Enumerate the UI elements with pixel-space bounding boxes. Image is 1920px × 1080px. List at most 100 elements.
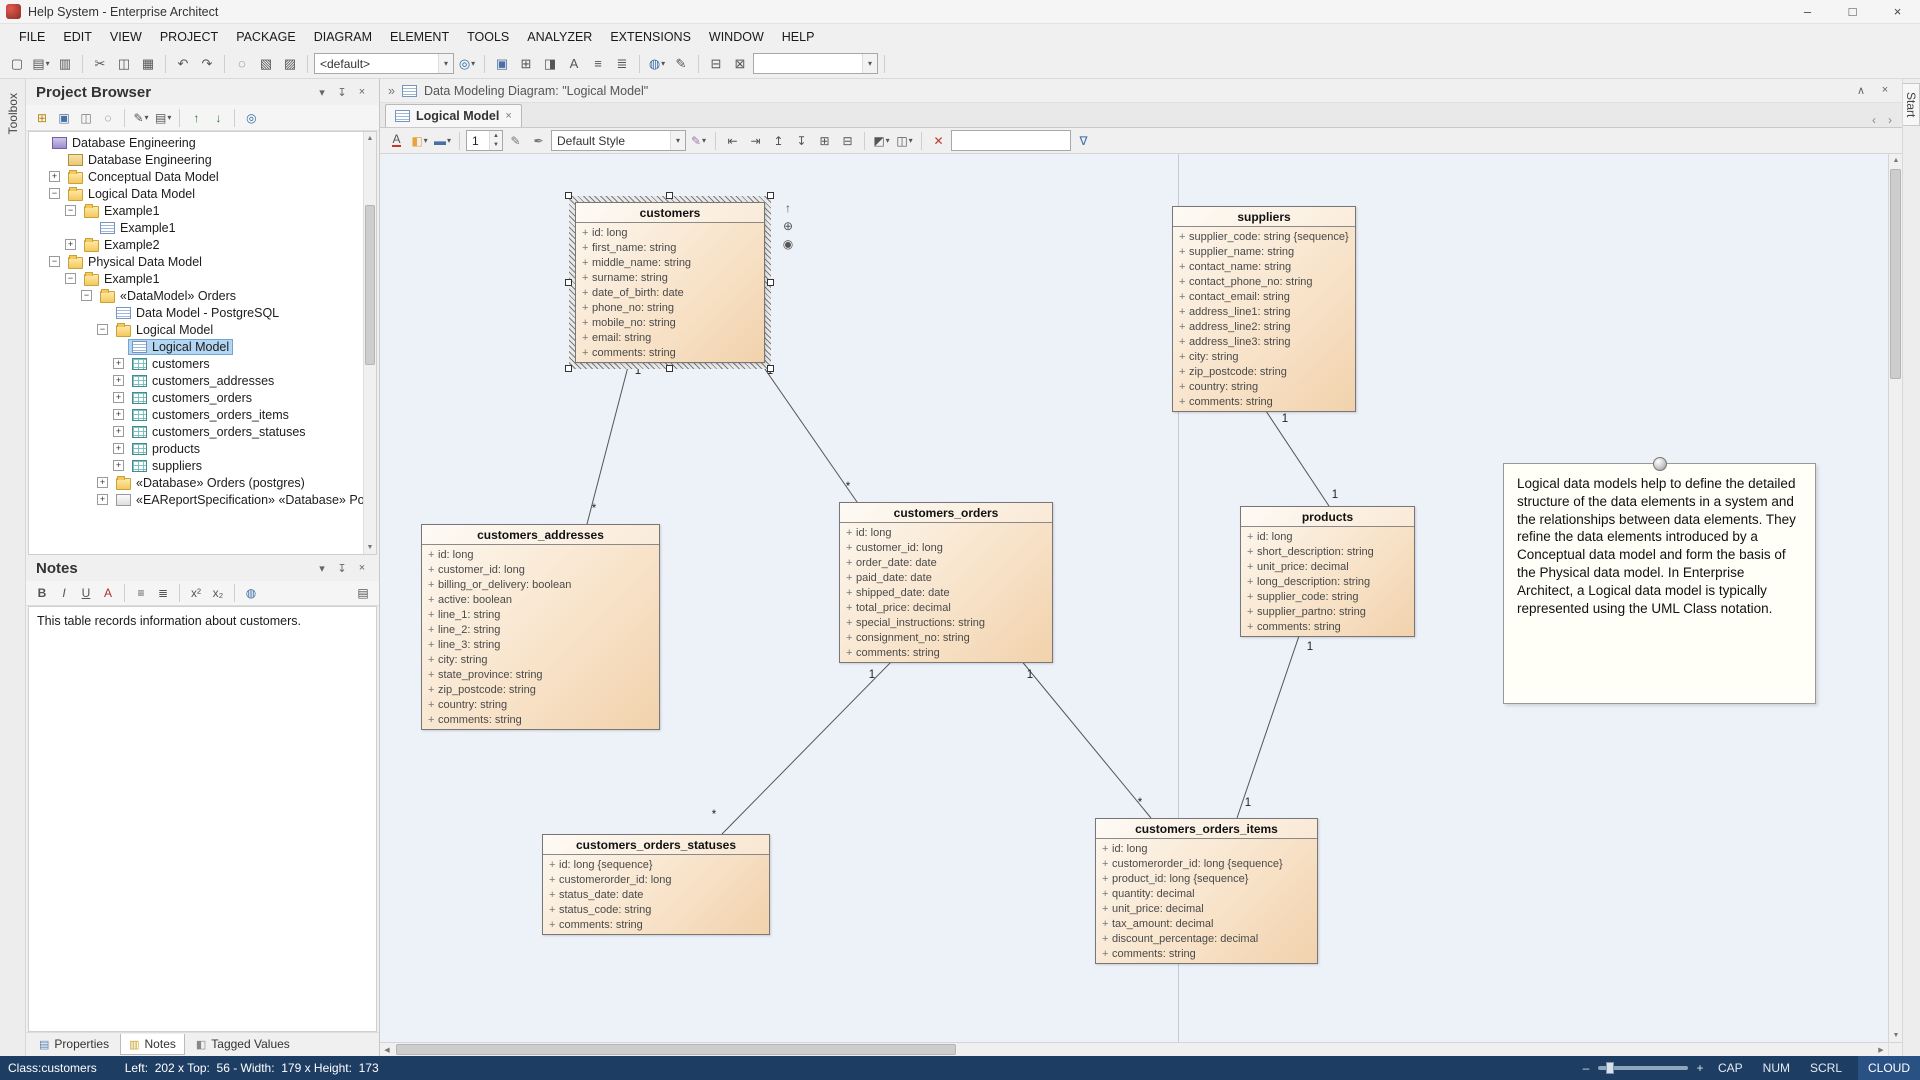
window-tile-button[interactable]: ⊟	[705, 53, 727, 75]
entity-attribute[interactable]: +line_2: string	[422, 622, 659, 637]
edit-menu-button[interactable]: ✎▾	[131, 108, 151, 128]
tree-item-logical-data-model[interactable]: −Logical Data Model	[29, 185, 363, 202]
line-color-button[interactable]: ▬▾	[432, 130, 453, 151]
browser-options-button[interactable]: ▤▾	[153, 108, 173, 128]
tab-notes[interactable]: ▥Notes	[120, 1034, 185, 1055]
entity-attribute[interactable]: +status_date: date	[543, 887, 769, 902]
toolbox-tab[interactable]: Toolbox	[4, 85, 22, 142]
numbered-list-button[interactable]: ≣	[611, 53, 633, 75]
entity-attribute[interactable]: +state_province: string	[422, 667, 659, 682]
diagram-canvas[interactable]: 1*1*11111*1*customers+id: long+first_nam…	[380, 154, 1888, 1042]
entity-attribute[interactable]: +address_line1: string	[1173, 304, 1355, 319]
entity-attribute[interactable]: +id: long	[576, 225, 764, 240]
entity-attribute[interactable]: +zip_postcode: string	[1173, 364, 1355, 379]
entity-attribute[interactable]: +special_instructions: string	[840, 615, 1052, 630]
expand-icon[interactable]: +	[113, 426, 124, 437]
entity-attribute[interactable]: +mobile_no: string	[576, 315, 764, 330]
expand-icon[interactable]: +	[113, 460, 124, 471]
undo-button[interactable]: ↶	[172, 53, 194, 75]
entity-attribute[interactable]: +line_1: string	[422, 607, 659, 622]
move-up-button[interactable]: ↑	[186, 108, 206, 128]
entity-attribute[interactable]: +contact_name: string	[1173, 259, 1355, 274]
move-down-button[interactable]: ↓	[208, 108, 228, 128]
menu-element[interactable]: ELEMENT	[381, 27, 458, 47]
association-connector[interactable]	[1020, 659, 1151, 818]
entity-attribute[interactable]: +id: long	[422, 547, 659, 562]
subscript-button[interactable]: x₂	[208, 583, 228, 603]
entity-attribute[interactable]: +comments: string	[576, 345, 764, 360]
resize-handle[interactable]	[767, 279, 774, 286]
entity-suppliers[interactable]: suppliers+supplier_code: string {sequenc…	[1172, 206, 1356, 412]
cloud-status-button[interactable]: CLOUD	[1858, 1056, 1920, 1080]
entity-attribute[interactable]: +comments: string	[1096, 946, 1317, 961]
entity-attribute[interactable]: +city: string	[1173, 349, 1355, 364]
scroll-down-icon[interactable]: ▼	[364, 541, 376, 554]
quick-search-combo[interactable]: ▾	[753, 53, 878, 74]
tree-item-conceptual-data-model[interactable]: +Conceptual Data Model	[29, 168, 363, 185]
entity-attribute[interactable]: +id: long	[1241, 529, 1414, 544]
new-project-button[interactable]: ▢	[6, 53, 28, 75]
tab-close-icon[interactable]: ×	[505, 110, 511, 122]
expand-icon[interactable]: +	[49, 171, 60, 182]
scroll-down-icon[interactable]: ▼	[1889, 1029, 1903, 1042]
entity-attribute[interactable]: +surname: string	[576, 270, 764, 285]
entity-attribute[interactable]: +billing_or_delivery: boolean	[422, 577, 659, 592]
copy-button[interactable]: ◫	[113, 53, 135, 75]
menu-edit[interactable]: EDIT	[54, 27, 100, 47]
tree-item-database-engineering[interactable]: Database Engineering	[29, 151, 363, 168]
align-top-button[interactable]: ↥	[768, 130, 789, 151]
association-connector[interactable]	[722, 659, 894, 834]
find-in-browser-button[interactable]: ◌	[98, 108, 118, 128]
entity-attribute[interactable]: +order_date: date	[840, 555, 1052, 570]
entity-attribute[interactable]: +unit_price: decimal	[1096, 901, 1317, 916]
resize-handle[interactable]	[565, 279, 572, 286]
maximize-button[interactable]: □	[1830, 0, 1875, 23]
resize-handle[interactable]	[666, 192, 673, 199]
collapse-frame-icon[interactable]: ∧	[1852, 84, 1870, 97]
zoom-slider-thumb[interactable]	[1606, 1062, 1614, 1074]
menu-extensions[interactable]: EXTENSIONS	[601, 27, 700, 47]
entity-attribute[interactable]: +supplier_code: string {sequence}	[1173, 229, 1355, 244]
tab-logical-model[interactable]: Logical Model ×	[385, 104, 522, 127]
entity-attribute[interactable]: +id: long {sequence}	[543, 857, 769, 872]
menu-project[interactable]: PROJECT	[151, 27, 227, 47]
tree-item-customers[interactable]: +customers	[29, 355, 363, 372]
resize-handle[interactable]	[767, 365, 774, 372]
default-perspective-combo[interactable]: <default>▾	[314, 53, 454, 74]
entity-attribute[interactable]: +total_price: decimal	[840, 600, 1052, 615]
menu-analyzer[interactable]: ANALYZER	[518, 27, 601, 47]
h-scroll-thumb[interactable]	[396, 1044, 956, 1055]
delete-from-diagram-button[interactable]: ✕	[928, 130, 949, 151]
entity-attribute[interactable]: +supplier_partno: string	[1241, 604, 1414, 619]
tree-item-customers-orders-statuses[interactable]: +customers_orders_statuses	[29, 423, 363, 440]
paste-button[interactable]: ▦	[137, 53, 159, 75]
tree-item-database-engineering[interactable]: Database Engineering	[29, 134, 363, 151]
entity-products[interactable]: products+id: long+short_description: str…	[1240, 506, 1415, 637]
menu-view[interactable]: VIEW	[101, 27, 151, 47]
help-button[interactable]: ◎▾	[456, 53, 478, 75]
entity-attribute[interactable]: +line_3: string	[422, 637, 659, 652]
save-button[interactable]: ▥	[54, 53, 76, 75]
start-tab[interactable]: Start	[1903, 83, 1920, 126]
entity-attribute[interactable]: +discount_percentage: decimal	[1096, 931, 1317, 946]
pan-icon[interactable]: ⊕	[780, 218, 796, 234]
tree-item-data-model-postgresql[interactable]: Data Model - PostgreSQL	[29, 304, 363, 321]
entity-attribute[interactable]: +date_of_birth: date	[576, 285, 764, 300]
entity-attribute[interactable]: +city: string	[422, 652, 659, 667]
tree-item-example2[interactable]: +Example2	[29, 236, 363, 253]
entity-attribute[interactable]: +address_line2: string	[1173, 319, 1355, 334]
redo-button[interactable]: ↷	[196, 53, 218, 75]
tab-properties[interactable]: ▤Properties	[30, 1034, 118, 1055]
v-scroll-thumb[interactable]	[1890, 169, 1901, 379]
spinner-down-icon[interactable]: ▼	[490, 141, 502, 151]
underline-button[interactable]: U	[76, 583, 96, 603]
entity-attribute[interactable]: +tax_amount: decimal	[1096, 916, 1317, 931]
entity-attribute[interactable]: +country: string	[1173, 379, 1355, 394]
h-scroll-track[interactable]	[394, 1043, 1874, 1056]
line-width-spinner[interactable]: 1▲▼	[466, 130, 503, 151]
scroll-tabs-right-icon[interactable]: ›	[1882, 113, 1898, 127]
overflow-chevron-icon[interactable]: »	[388, 84, 395, 98]
tree-scroll-track[interactable]	[364, 145, 376, 541]
scroll-up-icon[interactable]: ▲	[1889, 154, 1903, 167]
chevron-down-icon[interactable]: ▾	[670, 131, 685, 150]
